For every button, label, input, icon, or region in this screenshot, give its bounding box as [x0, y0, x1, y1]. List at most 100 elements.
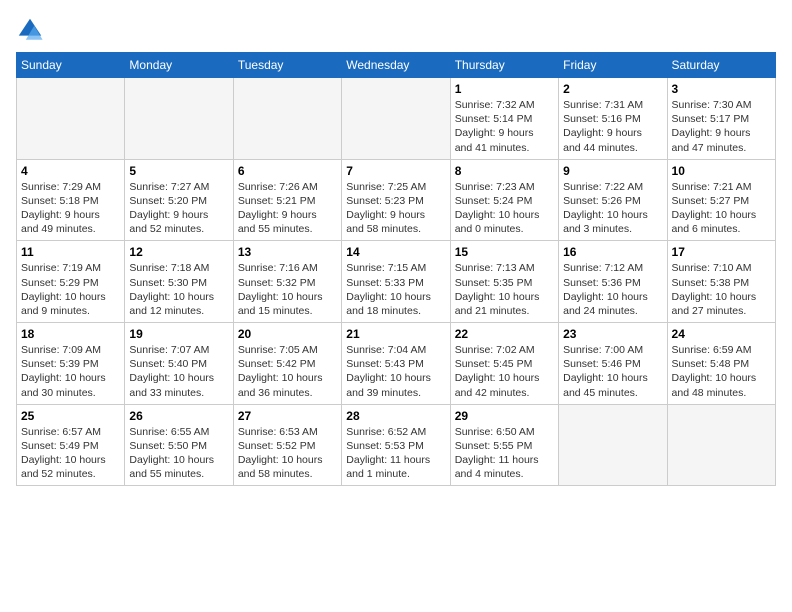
- day-number: 12: [129, 245, 228, 259]
- day-number: 8: [455, 164, 554, 178]
- calendar-cell: 3 Sunrise: 7:30 AM Sunset: 5:17 PM Daylig…: [667, 78, 775, 160]
- calendar-cell: 14 Sunrise: 7:15 AM Sunset: 5:33 PM Dayli…: [342, 241, 450, 323]
- calendar-cell: 9 Sunrise: 7:22 AM Sunset: 5:26 PM Daylig…: [559, 159, 667, 241]
- calendar-week-row: 11Sunrise: 7:19 AM Sunset: 5:29 PM Dayli…: [17, 241, 776, 323]
- calendar-cell: 8 Sunrise: 7:23 AM Sunset: 5:24 PM Daylig…: [450, 159, 558, 241]
- day-number: 25: [21, 409, 120, 423]
- day-info: Sunrise: 7:27 AM Sunset: 5:20 PM Dayligh…: [129, 180, 228, 237]
- calendar-cell: [342, 78, 450, 160]
- day-info: Sunrise: 7:21 AM Sunset: 5:27 PM Dayligh…: [672, 180, 771, 237]
- calendar-cell: [233, 78, 341, 160]
- calendar-week-row: 18 Sunrise: 7:09 AM Sunset: 5:39 PM Dayli…: [17, 323, 776, 405]
- day-info: Sunrise: 7:25 AM Sunset: 5:23 PM Dayligh…: [346, 180, 445, 237]
- calendar-cell: 20 Sunrise: 7:05 AM Sunset: 5:42 PM Dayli…: [233, 323, 341, 405]
- day-info: Sunrise: 6:57 AM Sunset: 5:49 PM Dayligh…: [21, 425, 120, 482]
- day-info: Sunrise: 7:13 AM Sunset: 5:35 PM Dayligh…: [455, 261, 554, 318]
- day-header-tuesday: Tuesday: [233, 53, 341, 78]
- day-info: Sunrise: 7:22 AM Sunset: 5:26 PM Dayligh…: [563, 180, 662, 237]
- day-number: 27: [238, 409, 337, 423]
- calendar-cell: 27 Sunrise: 6:53 AM Sunset: 5:52 PM Dayli…: [233, 404, 341, 486]
- calendar-cell: 24 Sunrise: 6:59 AM Sunset: 5:48 PM Dayli…: [667, 323, 775, 405]
- calendar-cell: 13 Sunrise: 7:16 AM Sunset: 5:32 PM Dayli…: [233, 241, 341, 323]
- logo-icon: [16, 16, 44, 44]
- calendar-cell: 29 Sunrise: 6:50 AM Sunset: 5:55 PM Dayli…: [450, 404, 558, 486]
- day-info: Sunrise: 7:15 AM Sunset: 5:33 PM Dayligh…: [346, 261, 445, 318]
- day-number: 16: [563, 245, 662, 259]
- day-info: Sunrise: 7:04 AM Sunset: 5:43 PM Dayligh…: [346, 343, 445, 400]
- calendar-cell: [667, 404, 775, 486]
- day-info: Sunrise: 7:16 AM Sunset: 5:32 PM Dayligh…: [238, 261, 337, 318]
- day-info: Sunrise: 6:53 AM Sunset: 5:52 PM Dayligh…: [238, 425, 337, 482]
- calendar-table: SundayMondayTuesdayWednesdayThursdayFrid…: [16, 52, 776, 486]
- day-number: 14: [346, 245, 445, 259]
- calendar-cell: 7 Sunrise: 7:25 AM Sunset: 5:23 PM Daylig…: [342, 159, 450, 241]
- day-number: 24: [672, 327, 771, 341]
- day-number: 1: [455, 82, 554, 96]
- calendar-week-row: 4 Sunrise: 7:29 AM Sunset: 5:18 PM Daylig…: [17, 159, 776, 241]
- calendar-cell: 16 Sunrise: 7:12 AM Sunset: 5:36 PM Dayli…: [559, 241, 667, 323]
- day-info: Sunrise: 7:29 AM Sunset: 5:18 PM Dayligh…: [21, 180, 120, 237]
- day-number: 3: [672, 82, 771, 96]
- day-header-friday: Friday: [559, 53, 667, 78]
- calendar-cell: 22Sunrise: 7:02 AM Sunset: 5:45 PM Dayli…: [450, 323, 558, 405]
- calendar-header-row: SundayMondayTuesdayWednesdayThursdayFrid…: [17, 53, 776, 78]
- day-number: 29: [455, 409, 554, 423]
- day-number: 5: [129, 164, 228, 178]
- day-number: 23: [563, 327, 662, 341]
- day-header-sunday: Sunday: [17, 53, 125, 78]
- day-info: Sunrise: 6:52 AM Sunset: 5:53 PM Dayligh…: [346, 425, 445, 482]
- day-info: Sunrise: 7:26 AM Sunset: 5:21 PM Dayligh…: [238, 180, 337, 237]
- day-header-thursday: Thursday: [450, 53, 558, 78]
- calendar-cell: 2Sunrise: 7:31 AM Sunset: 5:16 PM Daylig…: [559, 78, 667, 160]
- day-info: Sunrise: 7:12 AM Sunset: 5:36 PM Dayligh…: [563, 261, 662, 318]
- calendar-cell: 5 Sunrise: 7:27 AM Sunset: 5:20 PM Daylig…: [125, 159, 233, 241]
- day-number: 9: [563, 164, 662, 178]
- day-info: Sunrise: 6:55 AM Sunset: 5:50 PM Dayligh…: [129, 425, 228, 482]
- day-header-wednesday: Wednesday: [342, 53, 450, 78]
- calendar-cell: 12 Sunrise: 7:18 AM Sunset: 5:30 PM Dayli…: [125, 241, 233, 323]
- calendar-cell: [559, 404, 667, 486]
- calendar-cell: 18 Sunrise: 7:09 AM Sunset: 5:39 PM Dayli…: [17, 323, 125, 405]
- day-info: Sunrise: 7:05 AM Sunset: 5:42 PM Dayligh…: [238, 343, 337, 400]
- calendar-cell: 10 Sunrise: 7:21 AM Sunset: 5:27 PM Dayli…: [667, 159, 775, 241]
- day-info: Sunrise: 7:30 AM Sunset: 5:17 PM Dayligh…: [672, 98, 771, 155]
- day-info: Sunrise: 7:32 AM Sunset: 5:14 PM Dayligh…: [455, 98, 554, 155]
- calendar-cell: 15 Sunrise: 7:13 AM Sunset: 5:35 PM Dayli…: [450, 241, 558, 323]
- day-number: 26: [129, 409, 228, 423]
- day-info: Sunrise: 7:10 AM Sunset: 5:38 PM Dayligh…: [672, 261, 771, 318]
- calendar-cell: 25 Sunrise: 6:57 AM Sunset: 5:49 PM Dayli…: [17, 404, 125, 486]
- day-number: 2: [563, 82, 662, 96]
- day-number: 4: [21, 164, 120, 178]
- calendar-cell: 23 Sunrise: 7:00 AM Sunset: 5:46 PM Dayli…: [559, 323, 667, 405]
- day-info: Sunrise: 7:07 AM Sunset: 5:40 PM Dayligh…: [129, 343, 228, 400]
- day-number: 13: [238, 245, 337, 259]
- day-info: Sunrise: 7:09 AM Sunset: 5:39 PM Dayligh…: [21, 343, 120, 400]
- calendar-cell: [17, 78, 125, 160]
- day-header-saturday: Saturday: [667, 53, 775, 78]
- logo: [16, 16, 48, 44]
- calendar-cell: 17 Sunrise: 7:10 AM Sunset: 5:38 PM Dayli…: [667, 241, 775, 323]
- day-number: 28: [346, 409, 445, 423]
- day-number: 19: [129, 327, 228, 341]
- day-number: 21: [346, 327, 445, 341]
- day-number: 18: [21, 327, 120, 341]
- calendar-cell: 19 Sunrise: 7:07 AM Sunset: 5:40 PM Dayli…: [125, 323, 233, 405]
- day-header-monday: Monday: [125, 53, 233, 78]
- day-info: Sunrise: 6:50 AM Sunset: 5:55 PM Dayligh…: [455, 425, 554, 482]
- day-number: 17: [672, 245, 771, 259]
- day-number: 6: [238, 164, 337, 178]
- day-number: 7: [346, 164, 445, 178]
- calendar-cell: 6 Sunrise: 7:26 AM Sunset: 5:21 PM Daylig…: [233, 159, 341, 241]
- day-info: Sunrise: 7:00 AM Sunset: 5:46 PM Dayligh…: [563, 343, 662, 400]
- day-number: 10: [672, 164, 771, 178]
- calendar-cell: 21 Sunrise: 7:04 AM Sunset: 5:43 PM Dayli…: [342, 323, 450, 405]
- day-number: 15: [455, 245, 554, 259]
- calendar-cell: 1 Sunrise: 7:32 AM Sunset: 5:14 PM Daylig…: [450, 78, 558, 160]
- day-info: Sunrise: 6:59 AM Sunset: 5:48 PM Dayligh…: [672, 343, 771, 400]
- calendar-cell: 28 Sunrise: 6:52 AM Sunset: 5:53 PM Dayli…: [342, 404, 450, 486]
- calendar-week-row: 1 Sunrise: 7:32 AM Sunset: 5:14 PM Daylig…: [17, 78, 776, 160]
- day-info: Sunrise: 7:18 AM Sunset: 5:30 PM Dayligh…: [129, 261, 228, 318]
- day-info: Sunrise: 7:23 AM Sunset: 5:24 PM Dayligh…: [455, 180, 554, 237]
- day-number: 20: [238, 327, 337, 341]
- day-number: 11: [21, 245, 120, 259]
